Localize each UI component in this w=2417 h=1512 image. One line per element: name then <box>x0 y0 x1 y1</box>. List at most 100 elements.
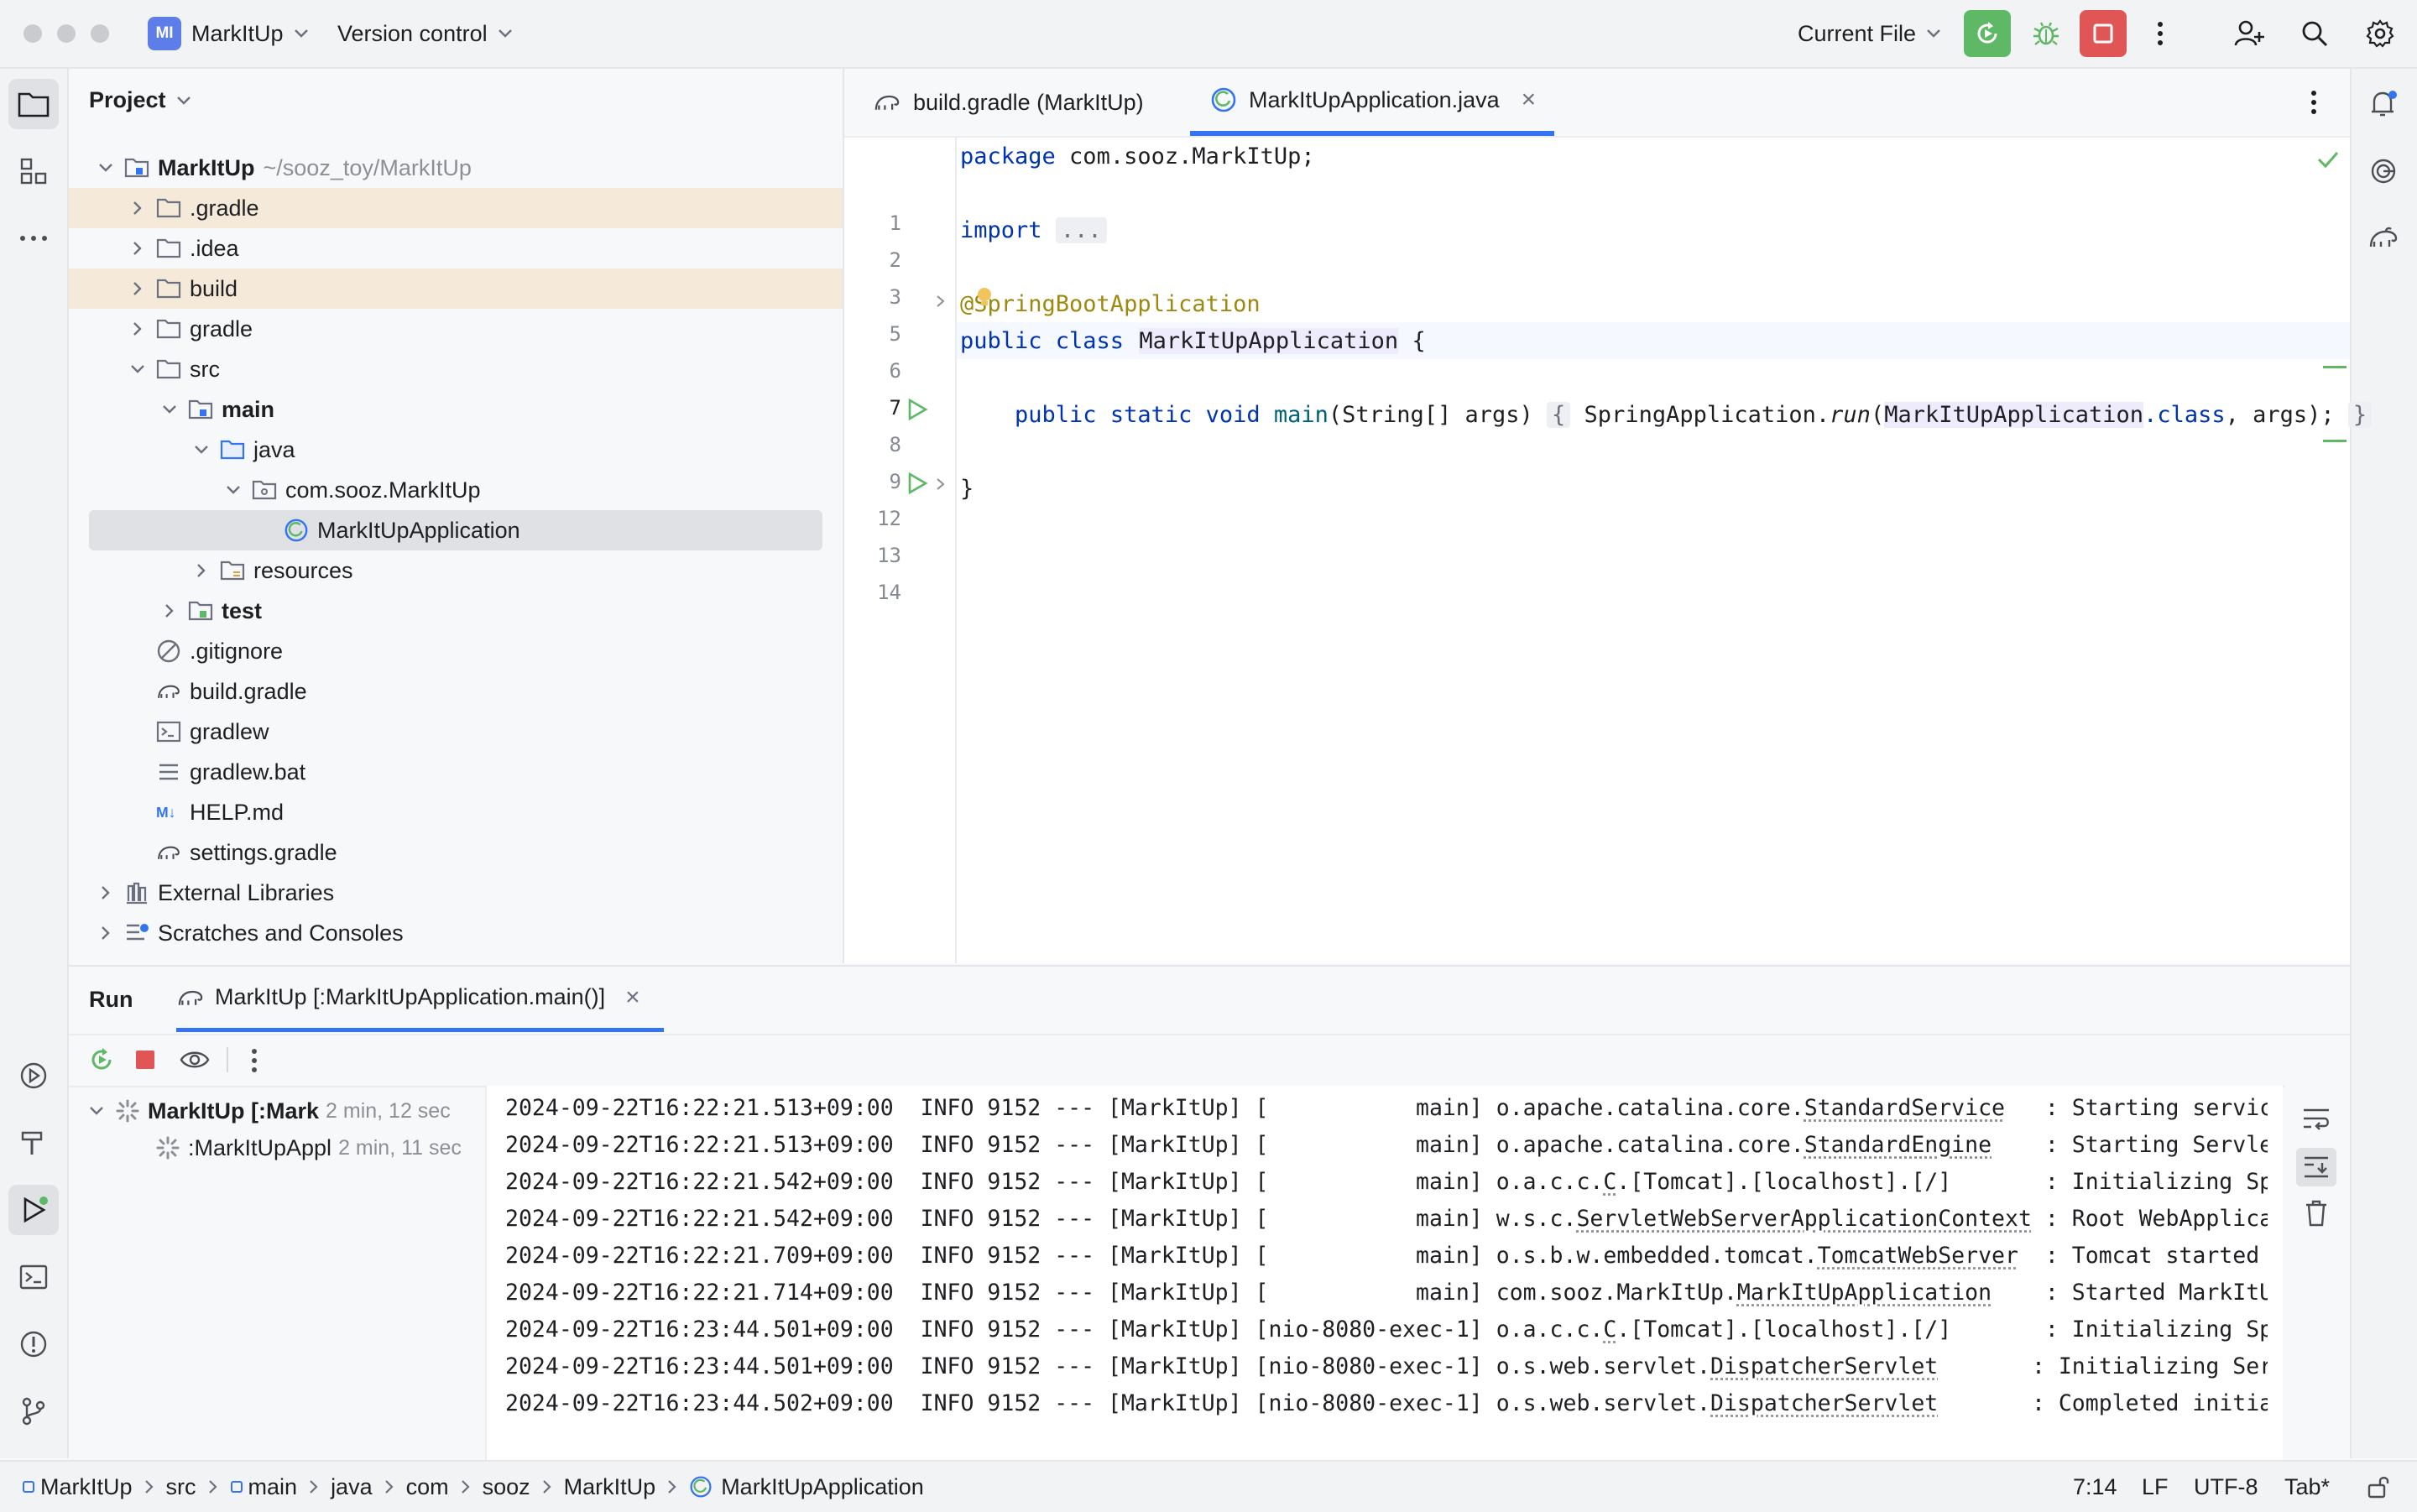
tree-item[interactable]: M↓ HELP.md <box>69 792 843 832</box>
breadcrumb-item[interactable]: MarkItUp <box>22 1474 133 1500</box>
tree-item[interactable]: gradlew.bat <box>69 752 843 792</box>
trash-icon[interactable] <box>2305 1200 2328 1227</box>
breadcrumb-item[interactable]: src <box>166 1474 196 1500</box>
lightbulb-icon[interactable] <box>975 287 994 309</box>
tree-item[interactable]: .idea <box>69 228 843 269</box>
breadcrumb-item[interactable]: sooz <box>483 1474 530 1500</box>
more-vertical-icon[interactable] <box>250 1047 258 1074</box>
chevron-down-icon[interactable] <box>128 359 148 379</box>
run-tree-item[interactable]: :MarkItUpAppl 2 min, 11 sec <box>156 1129 483 1166</box>
breadcrumb-label: MarkItUpApplication <box>721 1473 924 1499</box>
more-actions-button[interactable] <box>2137 10 2184 57</box>
chevron-down-icon[interactable] <box>191 440 211 460</box>
run-tool-button[interactable] <box>8 1185 59 1235</box>
run-tree-item[interactable]: MarkItUp [:Mark 2 min, 12 sec <box>89 1092 483 1129</box>
window-zoom-button[interactable] <box>91 24 109 43</box>
tree-item[interactable]: com.sooz.MarkItUp <box>69 470 843 510</box>
vcs-menu[interactable]: Version control <box>337 0 513 67</box>
rerun-button[interactable] <box>1964 10 2011 57</box>
editor-tab-bar: build.gradle (MarkItUp) MarkItUpApplicat… <box>844 69 2350 138</box>
chevron-down-icon[interactable] <box>223 480 243 500</box>
fold-chevron-icon[interactable] <box>935 477 947 492</box>
breadcrumb-item[interactable]: java <box>331 1474 373 1500</box>
tree-item[interactable]: build <box>69 269 843 309</box>
problems-tool-button[interactable] <box>8 1319 59 1369</box>
gradle-file-icon <box>156 679 181 704</box>
breadcrumb-item[interactable]: main <box>230 1474 297 1500</box>
chevron-right-icon[interactable] <box>191 560 211 581</box>
services-tool-button[interactable] <box>8 1051 59 1101</box>
tree-item[interactable]: java <box>69 430 843 470</box>
chevron-right-icon[interactable] <box>128 319 148 339</box>
tree-item[interactable]: gradle <box>69 309 843 349</box>
code-with-me-button[interactable] <box>2226 10 2273 57</box>
indent-setting[interactable]: Tab* <box>2284 1462 2330 1512</box>
more-tool-windows-button[interactable] <box>8 213 59 263</box>
gradle-tool-button[interactable] <box>2358 213 2409 263</box>
run-configuration-selector[interactable]: Current File <box>1798 0 1941 67</box>
tab-build-gradle[interactable]: build.gradle (MarkItUp) <box>853 69 1164 136</box>
tree-item[interactable]: .gradle <box>69 188 843 228</box>
soft-wrap-icon[interactable] <box>2301 1106 2331 1131</box>
chevron-down-icon[interactable] <box>96 158 116 178</box>
project-switcher[interactable]: MI MarkItUp <box>148 0 309 67</box>
tree-item[interactable]: test <box>69 591 843 631</box>
project-view-selector[interactable]: Project <box>89 87 191 113</box>
project-tool-button[interactable] <box>8 79 59 129</box>
tab-markitupapplication-java[interactable]: MarkItUpApplication.java × <box>1190 69 1554 136</box>
terminal-tool-button[interactable] <box>8 1252 59 1302</box>
scroll-to-end-button[interactable] <box>2296 1148 2336 1186</box>
chevron-right-icon[interactable] <box>159 601 180 621</box>
tree-item[interactable]: src <box>69 349 843 389</box>
chevron-right-icon[interactable] <box>128 279 148 299</box>
chevron-down-icon[interactable] <box>159 399 180 420</box>
window-close-button[interactable] <box>23 24 42 43</box>
tree-item[interactable]: main <box>69 389 843 430</box>
stop-icon[interactable] <box>134 1049 156 1071</box>
tree-item[interactable]: MarkItUp ~/sooz_toy/MarkItUp <box>69 148 843 188</box>
tree-item[interactable]: External Libraries <box>69 873 843 913</box>
breadcrumb-item[interactable]: MarkItUpApplication <box>689 1474 924 1500</box>
no-problems-check-icon[interactable] <box>2316 149 2340 169</box>
stop-button[interactable] <box>2080 10 2127 57</box>
caret-position[interactable]: 7:14 <box>2073 1462 2117 1512</box>
breadcrumb-item[interactable]: com <box>406 1474 449 1500</box>
window-minimize-button[interactable] <box>57 24 76 43</box>
line-separator[interactable]: LF <box>2142 1462 2169 1512</box>
file-encoding[interactable]: UTF-8 <box>2194 1462 2258 1512</box>
lock-icon[interactable] <box>2367 1462 2390 1512</box>
tree-item[interactable]: Scratches and Consoles <box>69 913 843 953</box>
tree-item[interactable]: build.gradle <box>69 671 843 712</box>
tree-item[interactable]: gradlew <box>69 712 843 752</box>
search-everywhere-button[interactable] <box>2291 10 2338 57</box>
git-tool-button[interactable] <box>8 1386 59 1436</box>
debug-button[interactable] <box>2023 10 2070 57</box>
fold-chevron-icon[interactable] <box>935 294 947 309</box>
tree-item[interactable]: .gitignore <box>69 631 843 671</box>
eye-icon[interactable] <box>180 1049 210 1071</box>
chevron-right-icon[interactable] <box>128 198 148 218</box>
build-tool-button[interactable] <box>8 1118 59 1168</box>
folder-icon <box>17 90 50 118</box>
chevron-right-icon[interactable] <box>96 923 116 943</box>
run-gutter-icon[interactable] <box>906 398 928 421</box>
tree-item[interactable]: MarkItUpApplication <box>89 510 822 550</box>
console-output[interactable]: 2024-09-22T16:22:21.513+09:00 INFO 9152 … <box>487 1086 2283 1460</box>
tree-item[interactable]: settings.gradle <box>69 832 843 873</box>
structure-tool-button[interactable] <box>8 146 59 196</box>
tab-close-icon[interactable]: × <box>1522 86 1537 114</box>
breadcrumb-item[interactable]: MarkItUp <box>564 1474 656 1500</box>
chevron-right-icon[interactable] <box>128 238 148 258</box>
settings-button[interactable] <box>2357 10 2404 57</box>
chevron-right-icon[interactable] <box>96 883 116 903</box>
ai-assistant-button[interactable] <box>2358 146 2409 196</box>
rerun-icon[interactable] <box>87 1045 116 1074</box>
editor-tab-menu-button[interactable] <box>2310 89 2318 116</box>
run-gutter-icon[interactable] <box>906 472 928 495</box>
notifications-button[interactable] <box>2358 79 2409 129</box>
run-configuration-tab[interactable]: MarkItUp [:MarkItUpApplication.main()] × <box>176 967 664 1032</box>
tree-item[interactable]: resources <box>69 550 843 591</box>
folded-imports[interactable]: ... <box>1055 216 1107 243</box>
run-tab-close-icon[interactable]: × <box>625 983 640 1012</box>
